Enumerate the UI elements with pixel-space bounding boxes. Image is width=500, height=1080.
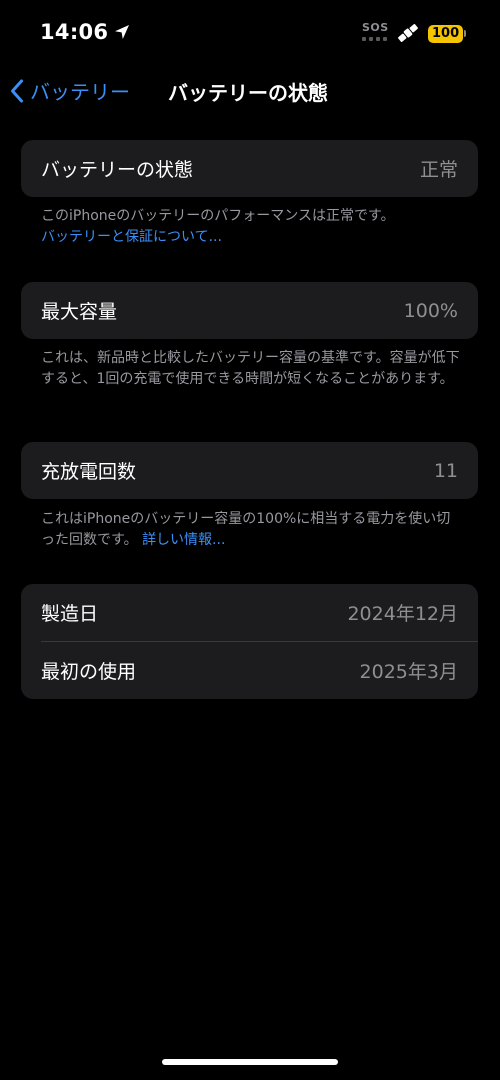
manufacture-date-value: 2024年12月 [347,603,458,625]
first-use-label: 最初の使用 [41,661,137,683]
first-use-row: 最初の使用 2025年3月 [21,642,478,699]
battery-tip [464,30,467,37]
max-capacity-card: 最大容量 100% [21,282,478,339]
first-use-value: 2025年3月 [359,661,458,683]
status-time: 14:06 [40,20,109,44]
cycle-count-footnote: これはiPhoneのバッテリー容量の100%に相当する電力を使い切った回数です。… [41,509,461,551]
battery-level: 100 [428,24,464,43]
manufacture-date-row: 製造日 2024年12月 [21,584,478,641]
cycle-count-row: 充放電回数 11 [21,442,478,499]
cycle-count-label: 充放電回数 [41,461,137,483]
page-title: バッテリーの状態 [168,81,328,105]
status-bar: 14:06 SOS 100 [0,0,500,66]
max-capacity-label: 最大容量 [41,301,118,323]
battery-health-value: 正常 [419,159,458,181]
cycle-count-value: 11 [433,459,458,482]
sos-indicator: SOS [362,22,392,44]
more-info-link[interactable]: 詳しい情報... [142,532,225,548]
chevron-left-icon [10,79,24,103]
location-arrow-icon [114,24,130,40]
battery-warranty-link[interactable]: バッテリーと保証について... [41,227,461,248]
battery-indicator: 100 [428,24,467,43]
navigation-bar: バッテリー バッテリーの状態 [0,66,500,110]
max-capacity-value: 100% [403,299,458,322]
cycle-count-description: これはiPhoneのバッテリー容量の100%に相当する電力を使い切った回数です。 [41,511,451,548]
battery-health-row: バッテリーの状態 正常 [21,140,478,197]
sos-label: SOS [362,21,389,34]
back-label: バッテリー [30,80,130,104]
battery-health-description: このiPhoneのバッテリーのパフォーマンスは正常です。 [41,208,395,224]
max-capacity-footnote: これは、新品時と比較したバッテリー容量の基準です。容量が低下すると、1回の充電で… [41,350,460,387]
status-time-group: 14:06 [40,20,130,44]
signal-dots [362,37,392,41]
manufacture-date-label: 製造日 [41,603,99,625]
satellite-icon [396,22,420,44]
battery-health-card: バッテリーの状態 正常 [21,140,478,197]
max-capacity-row: 最大容量 100% [21,282,478,339]
dates-card: 製造日 2024年12月 最初の使用 2025年3月 [21,584,478,699]
cycle-count-card: 充放電回数 11 [21,442,478,499]
battery-health-footnote: このiPhoneのバッテリーのパフォーマンスは正常です。 バッテリーと保証につい… [41,206,461,248]
home-indicator[interactable] [162,1059,338,1065]
battery-health-label: バッテリーの状態 [41,159,194,181]
back-button[interactable]: バッテリー [10,76,130,105]
